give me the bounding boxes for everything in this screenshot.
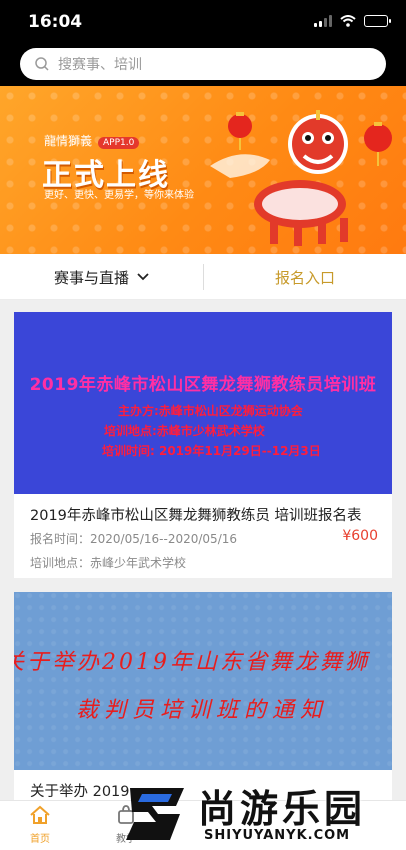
event-price: ¥600: [342, 528, 378, 544]
event-poster: 2019年赤峰市松山区舞龙舞狮教练员培训班 主办方:赤峰市松山区龙狮运动协会 培…: [14, 312, 392, 494]
events-live-label: 赛事与直播: [53, 268, 129, 287]
event-title: 关于举办 2019: [30, 784, 130, 800]
banner-brand: 龍情獅義 APP1.0: [44, 132, 140, 149]
tab-home[interactable]: 首页: [10, 805, 70, 845]
event-title: 2019年赤峰市松山区舞龙舞狮教练员 培训班报名表: [30, 508, 362, 524]
poster-line-1: 关于举办2019年山东省舞龙舞狮: [14, 650, 370, 675]
search-header: 搜赛事、培训: [0, 46, 406, 86]
training-location: 培训地点：赤峰少年武术学校: [30, 556, 187, 570]
watermark-logo-icon: [126, 788, 184, 840]
search-placeholder: 搜赛事、培训: [58, 57, 142, 73]
banner-subtitle: 更好、更快、更易学，等你来体验: [44, 190, 194, 201]
poster-line-2: 裁判员培训班的通知: [76, 698, 329, 723]
site-watermark: 尚游乐园 SHIYUYANYK.COM: [120, 778, 406, 850]
battery-icon: [364, 15, 391, 27]
poster-organizer: 主办方:赤峰市松山区龙狮运动协会: [118, 404, 303, 418]
status-time: 16:04: [28, 12, 83, 32]
status-icons: [314, 15, 391, 27]
filter-bar: 赛事与直播 报名入口: [0, 254, 406, 300]
events-live-dropdown[interactable]: 赛事与直播: [0, 254, 203, 300]
status-bar: 16:04: [0, 0, 406, 46]
registration-time: 报名时间：2020/05/16--2020/05/16: [30, 532, 238, 546]
search-input[interactable]: 搜赛事、培训: [20, 48, 386, 80]
lion-dance-illustration: [210, 110, 392, 246]
poster-title: 2019年赤峰市松山区舞龙舞狮教练员培训班: [29, 375, 377, 395]
event-card[interactable]: 2019年赤峰市松山区舞龙舞狮教练员培训班 主办方:赤峰市松山区龙狮运动协会 培…: [14, 312, 392, 578]
banner-app-badge: APP1.0: [98, 137, 140, 149]
poster-time: 培训时间: 2019年11月29日--12月3日: [102, 444, 321, 458]
wifi-icon: [340, 15, 356, 27]
search-icon: [35, 57, 49, 71]
event-poster: 关于举办2019年山东省舞龙舞狮 裁判员培训班的通知: [14, 592, 392, 770]
poster-location: 培训地点:赤峰市少林武术学校: [104, 424, 265, 438]
watermark-url: SHIYUYANYK.COM: [204, 828, 351, 843]
home-icon: [30, 805, 50, 824]
promo-banner[interactable]: 龍情獅義 APP1.0 正式上线 更好、更快、更易学，等你来体验: [0, 86, 406, 254]
registration-entry-button[interactable]: 报名入口: [204, 254, 406, 300]
tab-home-label: 首页: [30, 834, 50, 845]
chevron-down-icon: [137, 273, 149, 281]
cellular-signal-icon: [314, 15, 332, 27]
watermark-text: 尚游乐园: [198, 787, 367, 831]
